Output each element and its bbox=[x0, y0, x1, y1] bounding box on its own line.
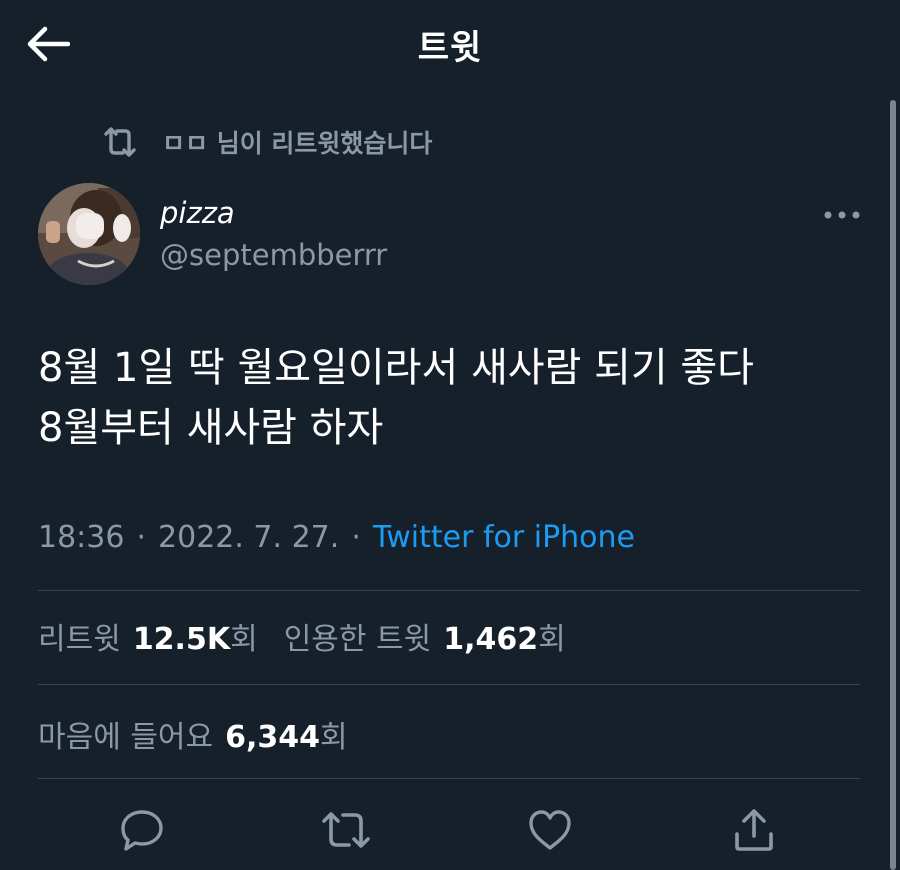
likes-unit: 회 bbox=[320, 720, 348, 755]
meta-separator: · bbox=[136, 520, 147, 555]
reply-icon bbox=[121, 810, 163, 851]
engagement-stats: 리트윗 12.5K회 인용한 트윗 1,462회 bbox=[38, 614, 566, 658]
like-icon bbox=[529, 810, 571, 850]
more-options-button[interactable] bbox=[820, 200, 864, 230]
divider bbox=[38, 590, 860, 591]
reply-button[interactable] bbox=[110, 798, 174, 862]
top-bar: 트윗 bbox=[0, 0, 900, 86]
retweets-count: 12.5K bbox=[132, 622, 231, 657]
tweet-source-link[interactable]: Twitter for iPhone bbox=[373, 520, 635, 555]
tweet-date: 2022. 7. 27. bbox=[158, 520, 340, 555]
more-icon bbox=[824, 211, 860, 219]
quotes-count: 1,462 bbox=[443, 622, 539, 657]
retweets-label: 리트윗 bbox=[38, 622, 121, 657]
share-icon bbox=[735, 809, 773, 851]
scrollbar[interactable] bbox=[890, 100, 896, 870]
meta-separator: · bbox=[351, 520, 361, 555]
likes-count: 6,344 bbox=[225, 720, 321, 755]
likes-stat[interactable]: 마음에 들어요 6,344회 bbox=[38, 712, 348, 756]
divider bbox=[38, 778, 860, 779]
tweet-time: 18:36 bbox=[38, 520, 125, 555]
retweet-icon bbox=[104, 127, 136, 157]
retweets-unit: 회 bbox=[230, 622, 258, 657]
quotes-label: 인용한 트윗 bbox=[283, 622, 432, 657]
retweet-icon bbox=[322, 812, 370, 848]
quotes-unit: 회 bbox=[538, 622, 566, 657]
divider bbox=[38, 684, 860, 685]
like-button[interactable] bbox=[518, 798, 582, 862]
avatar-photo bbox=[38, 183, 140, 285]
likes-label: 마음에 들어요 bbox=[38, 720, 214, 755]
quotes-stat[interactable]: 인용한 트윗 1,462회 bbox=[284, 614, 566, 658]
retweet-context[interactable]: ㅁㅁ 님이 리트윗했습니다 bbox=[100, 122, 432, 162]
tweet-metadata: 18:36 · 2022. 7. 27. · Twitter for iPhon… bbox=[38, 520, 635, 555]
page-title: 트윗 bbox=[417, 28, 483, 68]
share-button[interactable] bbox=[722, 798, 786, 862]
retweet-button[interactable] bbox=[314, 798, 378, 862]
tweet-text: 8월 1일 딱 월요일이라서 새사람 되기 좋다 8월부터 새사람 하자 bbox=[38, 345, 754, 451]
retweet-context-label: ㅁㅁ 님이 리트윗했습니다 bbox=[162, 129, 433, 158]
tweet-action-bar bbox=[0, 798, 900, 862]
display-name[interactable]: pizza bbox=[160, 196, 235, 230]
avatar[interactable] bbox=[38, 183, 140, 285]
user-handle[interactable]: @septembberrr bbox=[160, 238, 387, 272]
retweets-stat[interactable]: 리트윗 12.5K회 bbox=[38, 614, 258, 658]
likes-row: 마음에 들어요 6,344회 bbox=[38, 712, 348, 756]
